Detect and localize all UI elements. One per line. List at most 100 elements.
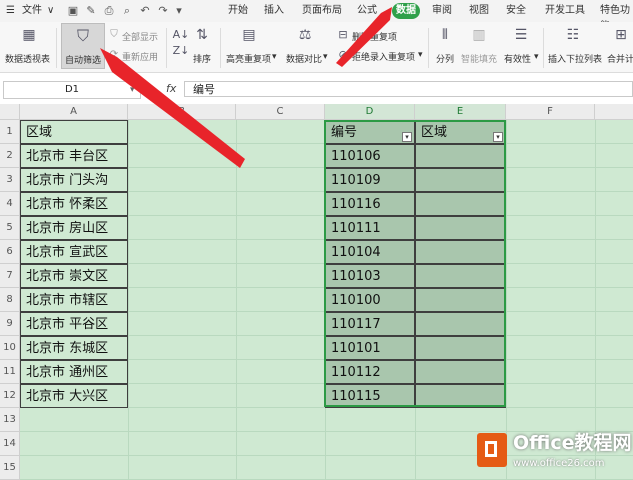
menu-icon[interactable]: ☰ [6,3,15,19]
spreadsheet-grid: A B C D E F 1 2 3 4 5 6 7 8 9 10 11 12 13 14 15 区域 北京市 … [0,104,633,480]
tab-review[interactable]: 审阅 [432,3,452,19]
cell-d4[interactable]: 110116 [325,192,415,216]
cell-e10[interactable] [415,336,506,360]
redo-icon[interactable]: ↷ [156,4,170,18]
cell-e11[interactable] [415,360,506,384]
col-gridline [236,120,237,480]
tab-security[interactable]: 安全 [506,3,526,19]
cell-d8[interactable]: 110100 [325,288,415,312]
cell-a6[interactable]: 北京市 宣武区 [20,240,128,264]
undo-icon[interactable]: ↶ [138,4,152,18]
cell-e6[interactable] [415,240,506,264]
cell-a10[interactable]: 北京市 东城区 [20,336,128,360]
cell-a1[interactable]: 区域 [20,120,128,144]
col-gridline [506,120,507,480]
cell-d10[interactable]: 110101 [325,336,415,360]
cell-a3[interactable]: 北京市 门头沟 [20,168,128,192]
zoom-icon[interactable]: ⌕ [148,81,154,99]
row-header[interactable]: 4 [0,192,20,216]
select-all-corner[interactable] [0,104,20,120]
row-header[interactable]: 1 [0,120,20,144]
row-header[interactable]: 5 [0,216,20,240]
row-header[interactable]: 10 [0,336,20,360]
cell-e3[interactable] [415,168,506,192]
tab-home[interactable]: 开始 [228,3,248,19]
cell-a7[interactable]: 北京市 崇文区 [20,264,128,288]
pivot-table-button[interactable]: 数据透视表 [5,52,50,65]
col-gridline [595,120,596,480]
tab-developer[interactable]: 开发工具 [545,3,585,19]
print-icon[interactable]: ⎙ [102,4,116,18]
tab-page-layout[interactable]: 页面布局 [302,3,342,19]
row-header[interactable]: 13 [0,408,20,432]
divider [56,28,57,68]
row-header[interactable]: 12 [0,384,20,408]
name-box[interactable]: D1 [3,81,141,99]
tab-view[interactable]: 视图 [469,3,489,19]
cell-e12[interactable] [415,384,506,408]
col-header-d[interactable]: D [325,104,415,120]
filter-dropdown-icon[interactable]: ▾ [493,132,503,142]
cell-d12[interactable]: 110115 [325,384,415,408]
col-header-b[interactable]: B [128,104,236,120]
cell-d11[interactable]: 110112 [325,360,415,384]
filter-dropdown-icon[interactable]: ▾ [402,132,412,142]
col-gridline [128,120,129,480]
cell-d3[interactable]: 110109 [325,168,415,192]
watermark: Office教程网 www.office26.com [477,429,633,480]
cell-a4[interactable]: 北京市 怀柔区 [20,192,128,216]
col-header-a[interactable]: A [20,104,128,120]
tab-special[interactable]: 特色功能 [600,3,633,32]
col-header-f[interactable]: F [506,104,595,120]
cell-e7[interactable] [415,264,506,288]
cell-a8[interactable]: 北京市 市辖区 [20,288,128,312]
cell-e8[interactable] [415,288,506,312]
cell-d7[interactable]: 110103 [325,264,415,288]
quick-access-more-icon[interactable]: ▾ [172,4,186,18]
chevron-down-icon[interactable]: ▾ [130,81,135,99]
row-header[interactable]: 2 [0,144,20,168]
chevron-down-icon[interactable]: ∨ [47,3,54,19]
cell-d6[interactable]: 110104 [325,240,415,264]
col-header-c[interactable]: C [236,104,325,120]
row-header[interactable]: 7 [0,264,20,288]
tab-insert[interactable]: 插入 [264,3,284,19]
watermark-url: www.office26.com [513,458,605,469]
menu-bar: ☰ 文件 ∨ ▣ ✎ ⎙ ⌕ ↶ ↷ ▾ 开始 插入 页面布局 公式 数据 审阅… [0,0,633,32]
cell-e9[interactable] [415,312,506,336]
office-logo-icon [477,433,507,467]
cell-a9[interactable]: 北京市 平谷区 [20,312,128,336]
watermark-title: Office教程网 [513,432,632,454]
cell-d5[interactable]: 110111 [325,216,415,240]
col-header-g[interactable] [595,104,633,120]
row-header[interactable]: 9 [0,312,20,336]
format-painter-icon[interactable]: ✎ [84,4,98,18]
formula-input[interactable]: 编号 [184,81,633,97]
cell-e5[interactable] [415,216,506,240]
row-header[interactable]: 8 [0,288,20,312]
cell-e4[interactable] [415,192,506,216]
file-menu[interactable]: 文件 [22,3,42,19]
tab-formula[interactable]: 公式 [357,3,377,19]
cell-a2[interactable]: 北京市 丰台区 [20,144,128,168]
save-icon[interactable]: ▣ [66,4,80,18]
cell-a11[interactable]: 北京市 通州区 [20,360,128,384]
row-header[interactable]: 3 [0,168,20,192]
print-preview-icon[interactable]: ⌕ [120,4,134,18]
cell-a5[interactable]: 北京市 房山区 [20,216,128,240]
cell-d9[interactable]: 110117 [325,312,415,336]
cell-e2[interactable] [415,144,506,168]
tab-data[interactable]: 数据 [392,3,420,19]
cell-a12[interactable]: 北京市 大兴区 [20,384,128,408]
cell-d2[interactable]: 110106 [325,144,415,168]
row-header[interactable]: 14 [0,432,20,456]
row-header[interactable]: 11 [0,360,20,384]
fx-icon[interactable]: fx [166,81,176,97]
autofilter-label: 自动筛选 [65,56,102,66]
row-header[interactable]: 6 [0,240,20,264]
pivot-table-icon[interactable]: ▦ [20,26,38,44]
filter-icon: ⛉ [76,26,89,45]
col-header-e[interactable]: E [415,104,506,120]
autofilter-button[interactable]: ⛉ 自动筛选 [61,23,105,69]
row-header[interactable]: 15 [0,456,20,480]
